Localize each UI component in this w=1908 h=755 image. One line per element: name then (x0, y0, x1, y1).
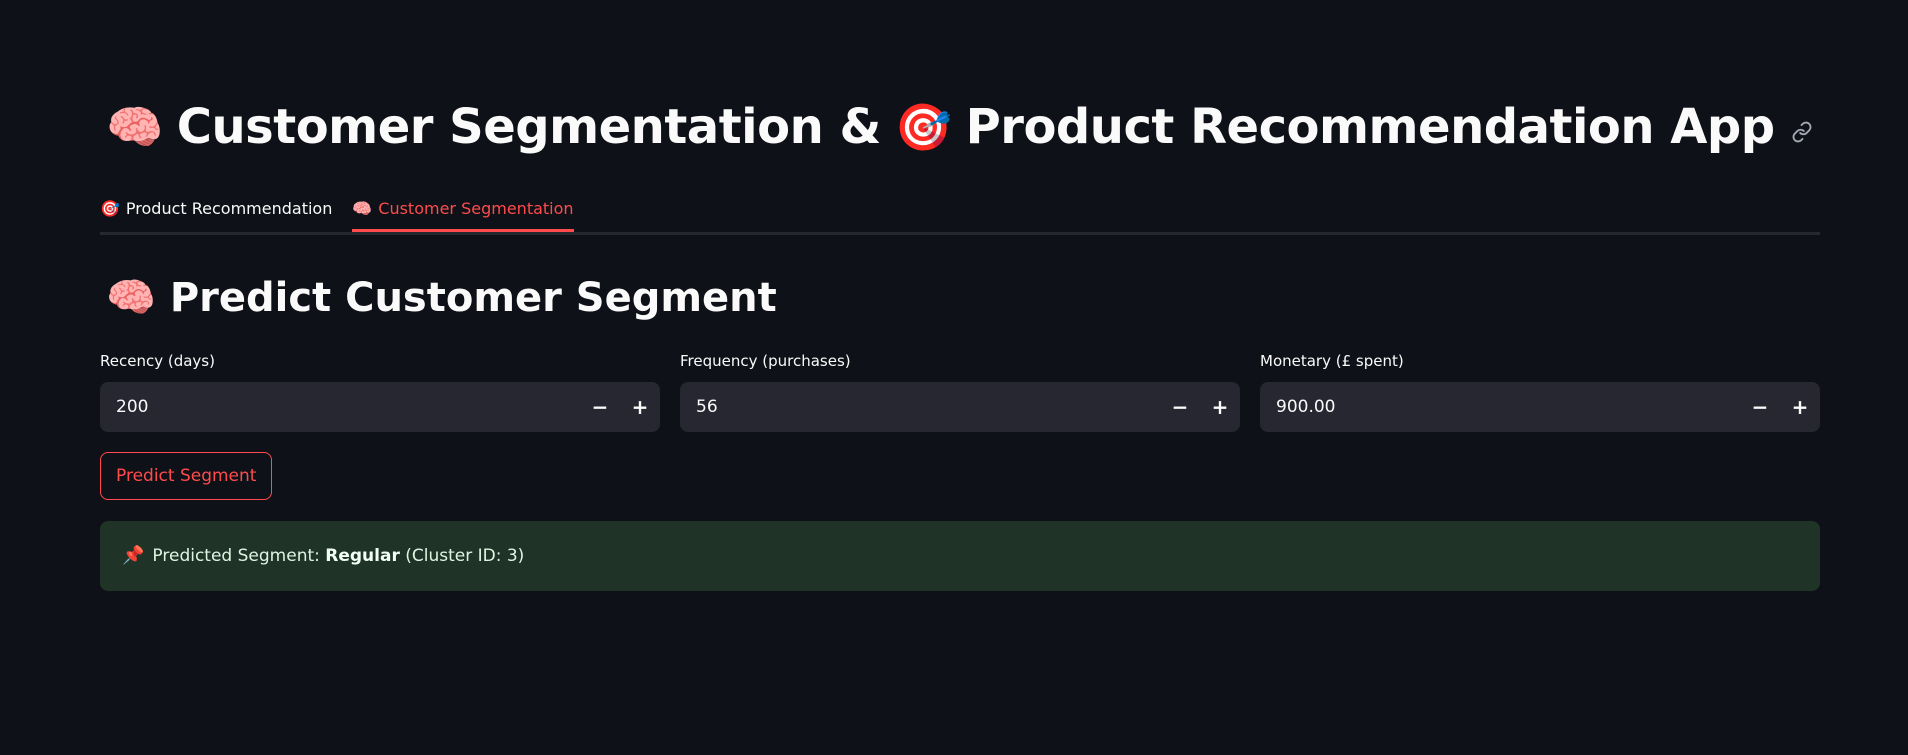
frequency-number-input: − + (680, 382, 1240, 432)
tab-label: Product Recommendation (125, 199, 333, 218)
frequency-input[interactable] (680, 396, 1160, 418)
tab-bar: 🎯 Product Recommendation 🧠 Customer Segm… (100, 188, 1820, 235)
recency-field: Recency (days) − + (100, 350, 660, 432)
section-title-text: Predict Customer Segment (169, 275, 777, 321)
monetary-field: Monetary (£ spent) − + (1260, 350, 1820, 432)
section-header: 🧠 Predict Customer Segment (106, 268, 777, 328)
target-icon: 🎯 (894, 100, 952, 154)
tab-customer-segmentation[interactable]: 🧠 Customer Segmentation (352, 188, 574, 232)
recency-number-input: − + (100, 382, 660, 432)
monetary-number-input: − + (1260, 382, 1820, 432)
title-text-1: Customer Segmentation & (176, 99, 882, 155)
prediction-result-alert: 📌 Predicted Segment: Regular (Cluster ID… (100, 521, 1820, 591)
frequency-label: Frequency (purchases) (680, 352, 851, 370)
result-segment: Regular (325, 546, 400, 566)
frequency-decrement-button[interactable]: − (1160, 382, 1200, 432)
monetary-decrement-button[interactable]: − (1740, 382, 1780, 432)
app-title: 🧠 Customer Segmentation & 🎯 Product Reco… (106, 99, 1775, 155)
page-title: 🧠 Customer Segmentation & 🎯 Product Reco… (106, 92, 1813, 162)
brain-icon: 🧠 (352, 198, 373, 218)
title-text-2: Product Recommendation App (965, 99, 1776, 155)
monetary-label: Monetary (£ spent) (1260, 352, 1404, 370)
monetary-increment-button[interactable]: + (1780, 382, 1820, 432)
recency-input[interactable] (100, 396, 580, 418)
result-prefix: Predicted Segment: (152, 546, 320, 566)
recency-decrement-button[interactable]: − (580, 382, 620, 432)
tab-label: Customer Segmentation (378, 199, 574, 218)
app-page: 🧠 Customer Segmentation & 🎯 Product Reco… (0, 0, 1908, 755)
predict-segment-button[interactable]: Predict Segment (100, 452, 273, 500)
input-row: Recency (days) − + Frequency (purchases)… (100, 350, 1820, 432)
recency-label: Recency (days) (100, 352, 215, 370)
target-icon: 🎯 (100, 198, 120, 218)
recency-increment-button[interactable]: + (620, 382, 660, 432)
pushpin-icon: 📌 (122, 545, 145, 566)
link-icon[interactable] (1791, 121, 1813, 143)
brain-icon: 🧠 (106, 275, 156, 321)
frequency-increment-button[interactable]: + (1200, 382, 1240, 432)
brain-icon: 🧠 (106, 100, 163, 154)
section-title: 🧠 Predict Customer Segment (106, 275, 777, 321)
monetary-input[interactable] (1260, 396, 1740, 418)
result-suffix: (Cluster ID: 3) (405, 546, 525, 566)
frequency-field: Frequency (purchases) − + (680, 350, 1240, 432)
tab-product-recommendation[interactable]: 🎯 Product Recommendation (100, 188, 332, 229)
